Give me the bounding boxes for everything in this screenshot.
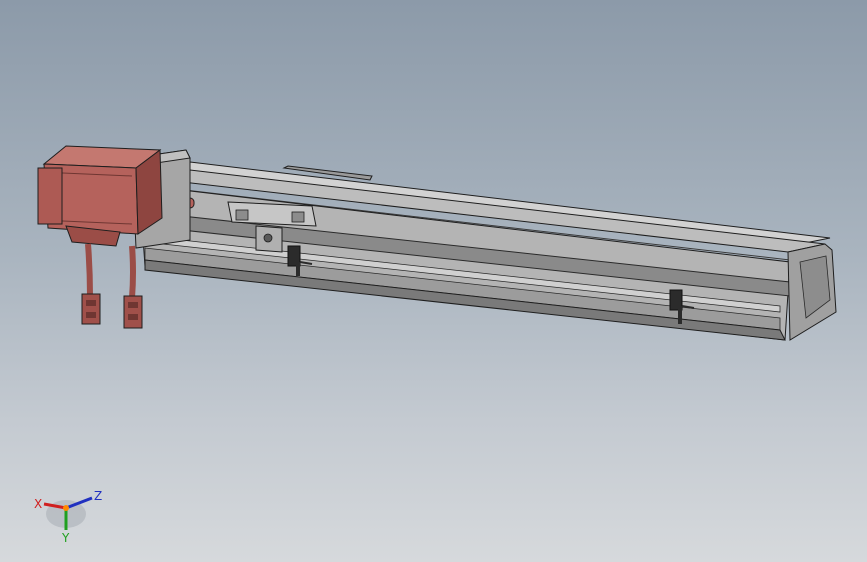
motor-cable-right[interactable] [129, 245, 136, 299]
servo-motor[interactable] [37, 145, 163, 247]
cable-connector-left[interactable] [81, 293, 101, 325]
orientation-triad: X Z Y [30, 484, 110, 545]
cable-connector-right[interactable] [123, 295, 143, 329]
motor-cable-left[interactable] [85, 243, 93, 297]
graphics-viewport[interactable]: X Z Y [0, 0, 867, 562]
y-axis-label: Y [61, 531, 70, 544]
x-axis-label: X [34, 497, 42, 511]
z-axis-label: Z [94, 489, 102, 503]
cad-model[interactable] [0, 0, 867, 562]
